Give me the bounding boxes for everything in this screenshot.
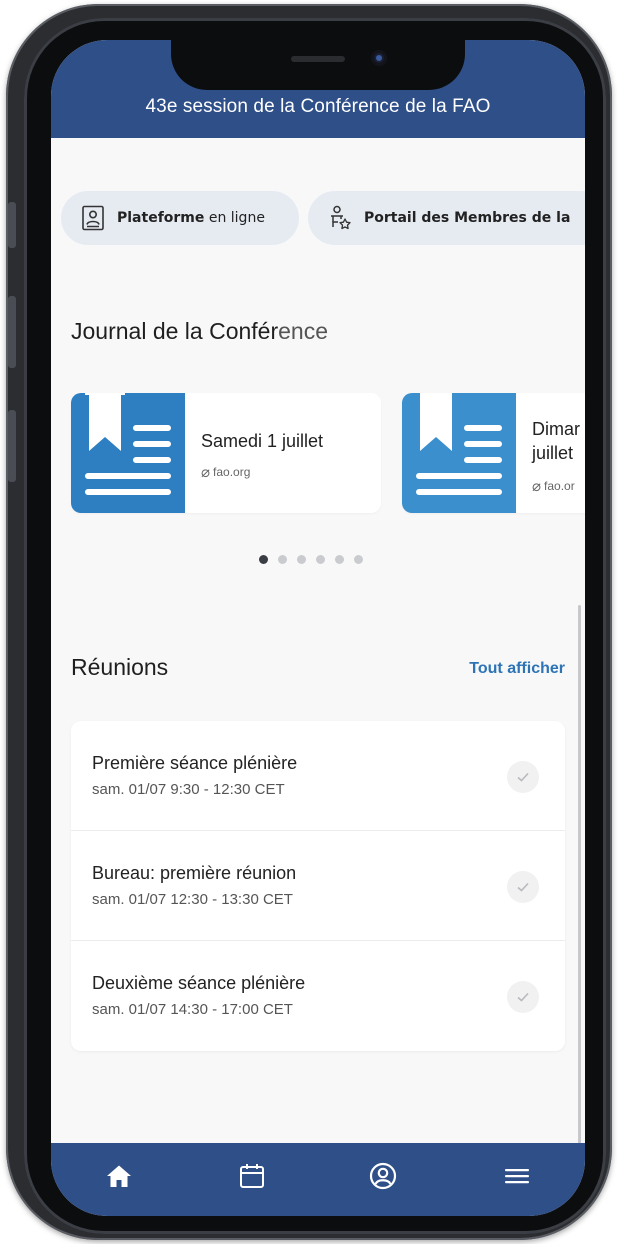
chip-label-bold: Portail des Membres de la xyxy=(364,210,571,226)
carousel-dots[interactable] xyxy=(259,555,363,564)
carousel-dot[interactable] xyxy=(354,555,363,564)
calendar-icon xyxy=(240,1164,264,1188)
meeting-time: sam. 01/07 9:30 - 12:30 CET xyxy=(92,781,285,798)
meeting-name: Bureau: première réunion xyxy=(92,863,297,883)
carousel-dot[interactable] xyxy=(259,555,268,564)
chip-label-bold: Plateforme xyxy=(117,210,205,226)
scrollbar[interactable] xyxy=(578,605,581,1145)
volume-up-button xyxy=(8,296,16,368)
meeting-time: sam. 01/07 14:30 - 17:00 CET xyxy=(92,1001,293,1018)
chip-label-rest: en ligne xyxy=(204,210,265,226)
members-portal-chip[interactable]: Portail des Membres de la xyxy=(308,191,585,245)
journal-card-link[interactable]: ⌀ fao.or xyxy=(532,477,575,495)
list-item[interactable]: Deuxième séance plénière sam. 01/07 14:3… xyxy=(71,941,565,1051)
journal-card[interactable]: Samedi 1 juillet ⌀ fao.org xyxy=(71,393,381,513)
meetings-list: Première séance plénière sam. 01/07 9:30… xyxy=(71,721,565,1051)
see-all-link[interactable]: Tout afficher xyxy=(469,660,565,678)
meeting-time: sam. 01/07 12:30 - 13:30 CET xyxy=(92,891,293,908)
list-item[interactable]: Bureau: première réunion sam. 01/07 12:3… xyxy=(71,831,565,941)
carousel-dot[interactable] xyxy=(297,555,306,564)
nav-calendar[interactable] xyxy=(237,1161,267,1191)
check-icon[interactable] xyxy=(507,871,539,903)
profile-icon xyxy=(369,1162,397,1190)
nav-profile[interactable] xyxy=(368,1161,398,1191)
check-icon[interactable] xyxy=(507,981,539,1013)
journal-section-title: Journal de la Conférence xyxy=(71,318,328,344)
check-icon[interactable] xyxy=(507,761,539,793)
meetings-section-title: Réunions xyxy=(71,654,169,680)
app-screen: 43e session de la Conférence de la FAO P… xyxy=(51,40,585,1216)
meeting-name: Deuxième séance plénière xyxy=(92,973,306,993)
presenter-star-icon xyxy=(331,205,351,230)
home-icon xyxy=(107,1165,131,1187)
journal-card-title: Dimar juillet xyxy=(532,419,580,463)
meeting-name: Première séance plénière xyxy=(92,753,298,773)
menu-icon xyxy=(505,1169,529,1184)
carousel-dot[interactable] xyxy=(278,555,287,564)
front-camera xyxy=(371,50,387,66)
mute-switch xyxy=(8,202,16,248)
carousel-dot[interactable] xyxy=(316,555,325,564)
speaker-grille xyxy=(291,56,345,62)
id-card-icon xyxy=(82,205,104,231)
journal-card-link[interactable]: ⌀ fao.org xyxy=(201,463,250,481)
list-item[interactable]: Première séance plénière sam. 01/07 9:30… xyxy=(71,721,565,831)
notch xyxy=(171,40,465,90)
volume-down-button xyxy=(8,410,16,482)
page-title: 43e session de la Conférence de la FAO xyxy=(145,96,491,117)
journal-card[interactable]: Dimar juillet ⌀ fao.or xyxy=(402,393,585,513)
nav-menu[interactable] xyxy=(502,1161,532,1191)
journal-document-icon xyxy=(402,393,516,513)
bottom-nav xyxy=(51,1143,585,1216)
online-platform-chip[interactable]: Plateforme en ligne xyxy=(61,191,299,245)
journal-card-title: Samedi 1 juillet xyxy=(201,431,324,451)
link-icon: ⌀ xyxy=(532,478,542,495)
link-icon: ⌀ xyxy=(201,464,211,481)
nav-home[interactable] xyxy=(104,1161,134,1191)
journal-document-icon xyxy=(71,393,185,513)
carousel-dot[interactable] xyxy=(335,555,344,564)
